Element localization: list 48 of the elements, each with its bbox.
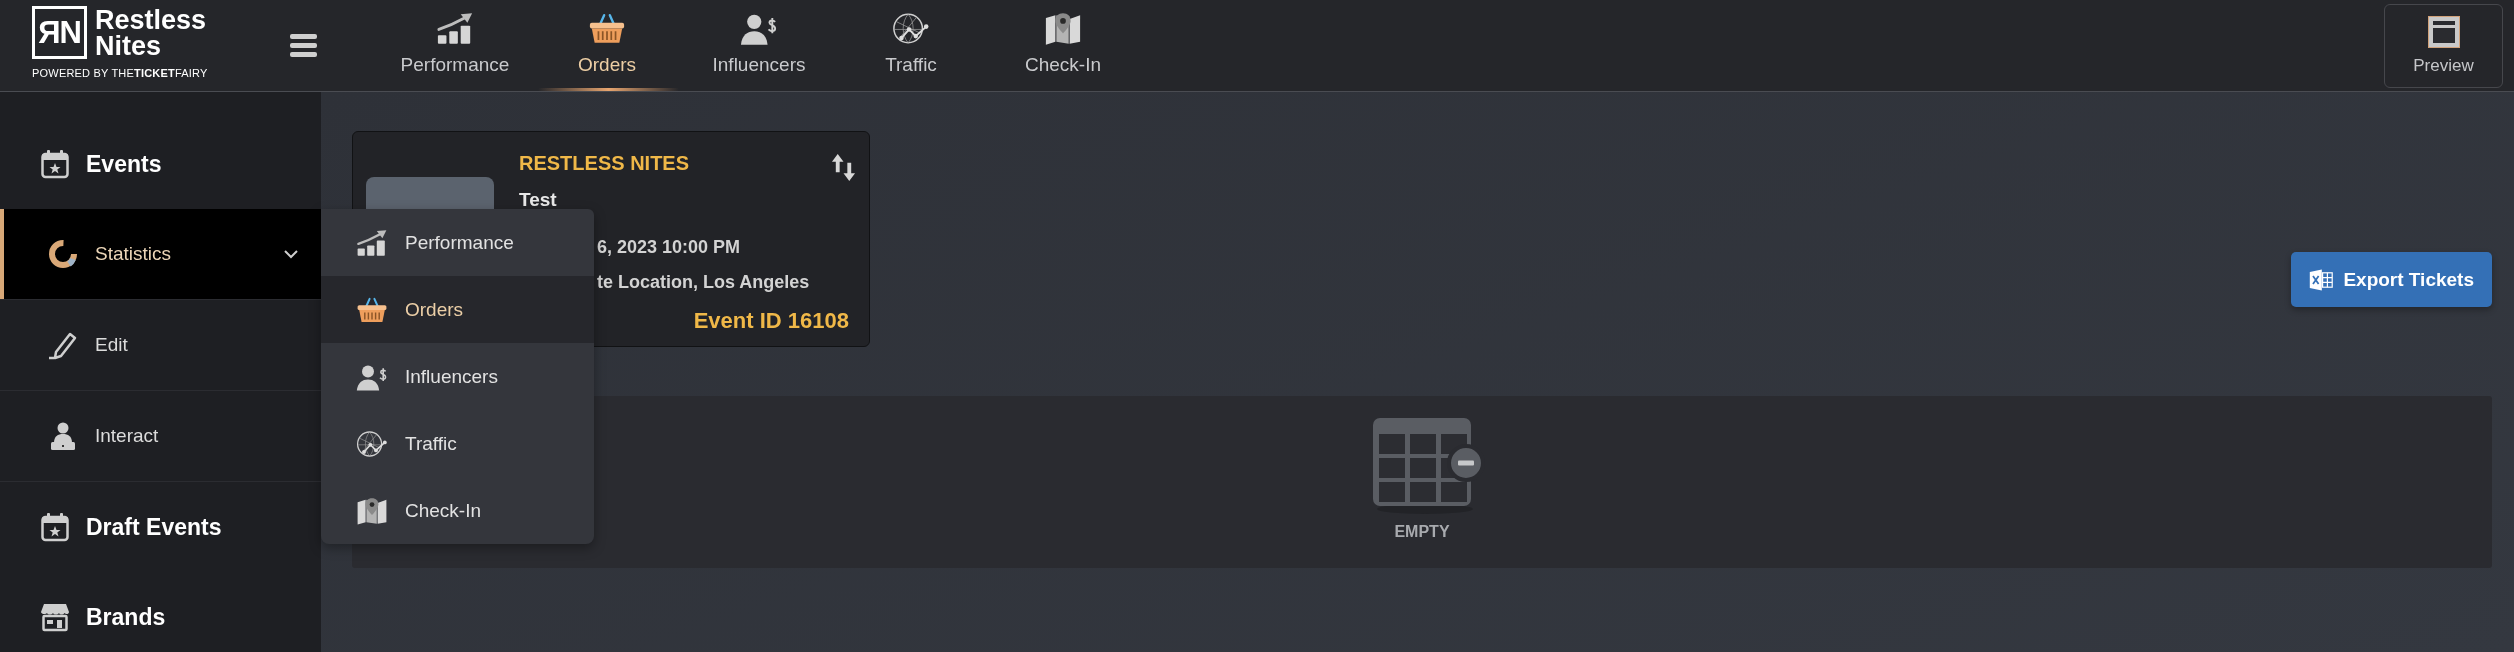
storefront-icon bbox=[40, 602, 70, 632]
spreadsheet-icon bbox=[2309, 267, 2334, 292]
brand-name: Restless Nites bbox=[95, 6, 207, 59]
sidebar-item[interactable]: Events bbox=[0, 119, 321, 209]
globe-graph-icon bbox=[356, 429, 388, 458]
menu-item[interactable]: Orders bbox=[321, 276, 594, 343]
bar-chart-icon bbox=[356, 228, 388, 257]
nav-tab[interactable]: Orders bbox=[531, 0, 683, 91]
nav-tab[interactable]: Influencers bbox=[683, 0, 835, 91]
nav-tab[interactable]: Check-In bbox=[987, 0, 1139, 91]
empty-label: EMPTY bbox=[1394, 523, 1450, 541]
event-location: te Location, Los Angeles bbox=[596, 271, 810, 293]
chevron-down-icon bbox=[283, 249, 299, 259]
nav-tab[interactable]: Traffic bbox=[835, 0, 987, 91]
event-brand: RESTLESS NITES bbox=[519, 151, 690, 175]
sidebar-item[interactable]: Draft Events bbox=[0, 482, 321, 572]
menu-item[interactable]: Traffic bbox=[321, 410, 594, 477]
menu-item[interactable]: Check-In bbox=[321, 477, 594, 544]
globe-graph-icon bbox=[892, 12, 930, 45]
preview-button[interactable]: Preview bbox=[2384, 3, 2503, 88]
person-dollar-icon bbox=[740, 12, 778, 45]
layout-icon bbox=[2427, 15, 2460, 48]
sidebar-item[interactable]: Interact bbox=[0, 391, 321, 482]
event-id: Event ID 16108 bbox=[693, 308, 849, 334]
menu-item[interactable]: Performance bbox=[321, 209, 594, 276]
logo-mark: ЯN bbox=[32, 6, 87, 59]
menu-item[interactable]: Influencers bbox=[321, 343, 594, 410]
donut-chart-icon bbox=[48, 239, 78, 269]
sidebar-item[interactable]: Statistics bbox=[0, 209, 321, 300]
event-title: Test bbox=[519, 189, 557, 211]
nav-tab[interactable]: Performance bbox=[379, 0, 531, 91]
map-pin-icon bbox=[356, 496, 388, 525]
menu-icon[interactable] bbox=[290, 34, 317, 57]
calendar-icon bbox=[40, 149, 70, 179]
export-tickets-button[interactable]: Export Tickets bbox=[2291, 252, 2492, 307]
basket-icon bbox=[588, 12, 626, 45]
event-date: 6, 2023 10:00 PM bbox=[596, 236, 741, 258]
map-pin-icon bbox=[1044, 12, 1082, 45]
pencil-icon bbox=[48, 330, 78, 360]
bar-chart-icon bbox=[436, 12, 474, 45]
sidebar-item[interactable]: Brands bbox=[0, 572, 321, 652]
sidebar-item[interactable]: Edit bbox=[0, 300, 321, 391]
person-desk-icon bbox=[48, 421, 78, 451]
person-dollar-icon bbox=[356, 362, 388, 391]
basket-icon bbox=[356, 295, 388, 324]
swap-icon[interactable] bbox=[831, 153, 856, 182]
calendar-icon bbox=[40, 512, 70, 542]
powered-by-text: POWERED BY THETICKETFAIRY bbox=[32, 67, 208, 79]
